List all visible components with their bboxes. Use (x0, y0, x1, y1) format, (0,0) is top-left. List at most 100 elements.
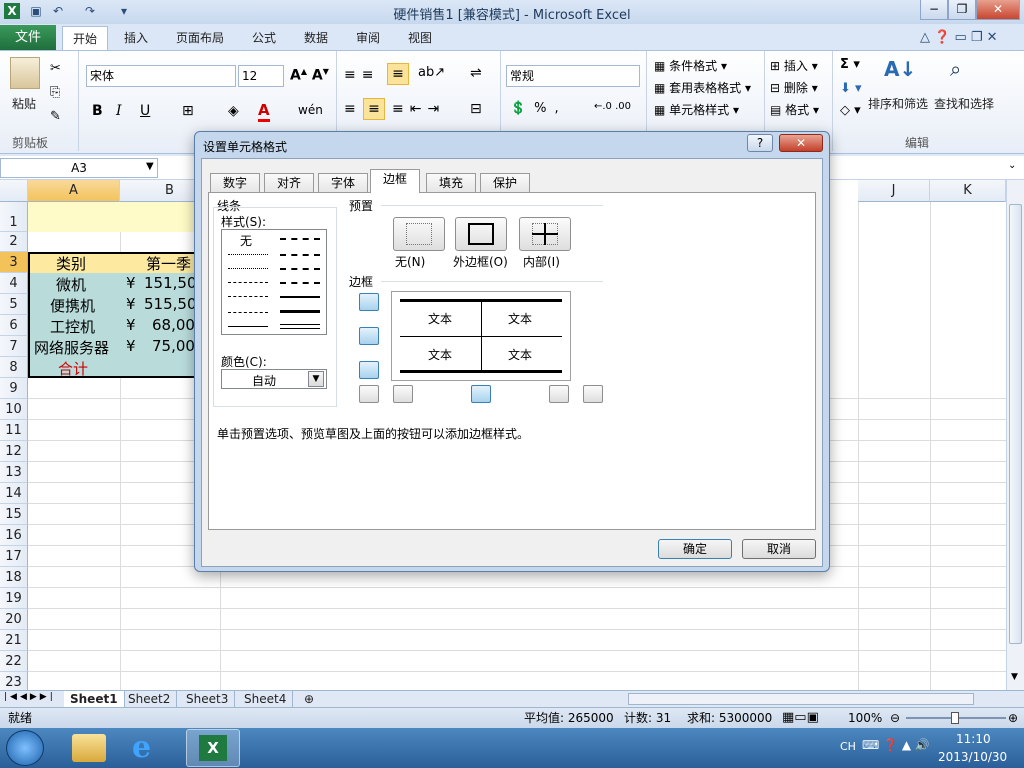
ok-button[interactable]: 确定 (658, 539, 732, 559)
line-style-item[interactable] (280, 268, 320, 270)
line-style-item[interactable] (228, 268, 268, 269)
tab-number[interactable]: 数字 (210, 173, 261, 193)
row-header[interactable]: 5 (0, 294, 28, 315)
clock-date[interactable]: 2013/10/30 (938, 750, 1007, 764)
sheet-nav-icons[interactable]: |◀◀▶▶| (4, 692, 56, 702)
line-style-list[interactable]: 无 (221, 229, 327, 335)
line-style-item[interactable] (228, 282, 268, 283)
name-box[interactable]: A3 (0, 158, 158, 178)
number-format-icons[interactable]: 💲%, (510, 101, 567, 116)
paste-icon[interactable] (10, 57, 40, 89)
tab-view[interactable]: 视图 (398, 26, 442, 50)
decimal-icons[interactable]: ←.0 .00 (594, 101, 631, 112)
row-header[interactable]: 8 (0, 357, 28, 378)
help-icon[interactable]: △ ❓ ▭ ❐ ✕ (920, 30, 998, 45)
row-header[interactable]: 12 (0, 441, 28, 462)
align-center-icon[interactable]: ≡ (363, 98, 385, 120)
row-header[interactable]: 18 (0, 567, 28, 588)
excel-task-button[interactable]: X (186, 729, 240, 767)
conditional-format-button[interactable]: ▦ 条件格式 ▾ (654, 57, 727, 74)
ie-icon[interactable]: e (132, 730, 151, 765)
cell-category[interactable]: 便携机 (50, 295, 95, 316)
cell-currency[interactable]: ¥ (126, 295, 136, 313)
tab-fill[interactable]: 填充 (426, 173, 477, 193)
color-dropdown-icon[interactable]: ▼ (308, 371, 324, 387)
border-top-button[interactable] (359, 293, 379, 311)
view-mode-icons[interactable]: ▦▭▣ (782, 708, 819, 728)
autosum-icon[interactable]: Σ ▾ (840, 57, 860, 72)
grow-font-icon[interactable]: A▲ A▼ (290, 67, 329, 84)
wrap-text-icon[interactable]: ⇌ (470, 65, 482, 81)
dialog-help-button[interactable]: ? (747, 134, 773, 152)
underline-button[interactable]: U (140, 103, 150, 119)
preset-inside-button[interactable] (519, 217, 571, 251)
sheet-tab[interactable]: Sheet4 (238, 691, 294, 707)
format-cells-dialog[interactable]: 设置单元格格式 ? ✕ 数字 对齐 字体 边框 填充 保护 线条 样式(S): … (194, 131, 830, 572)
line-style-item[interactable] (280, 254, 320, 256)
merge-center-icon[interactable]: ⊟ (470, 101, 482, 117)
zoom-level[interactable]: 100% (848, 708, 882, 728)
row-header[interactable]: 14 (0, 483, 28, 504)
cell-styles-button[interactable]: ▦ 单元格样式 ▾ (654, 101, 739, 118)
format-cells-button[interactable]: ▤ 格式 ▾ (770, 101, 819, 118)
minimize-button[interactable]: − (920, 0, 948, 20)
scroll-down-icon[interactable]: ▼ (1011, 672, 1018, 682)
close-button[interactable]: ✕ (976, 0, 1020, 20)
tab-alignment[interactable]: 对齐 (264, 173, 315, 193)
number-format-box[interactable]: 常规 (506, 65, 640, 87)
line-style-item[interactable] (228, 312, 268, 313)
paste-button[interactable]: 粘贴 (12, 95, 36, 112)
row-header[interactable]: 10 (0, 399, 28, 420)
vertical-scrollbar[interactable]: ▼ (1006, 180, 1024, 690)
border-center-button[interactable] (471, 385, 491, 403)
row-header[interactable]: 16 (0, 525, 28, 546)
cut-icon[interactable]: ✂ (50, 61, 61, 76)
cell-total[interactable]: 合计 (58, 358, 88, 379)
font-name-box[interactable]: 宋体 (86, 65, 236, 87)
row-header[interactable]: 2 (0, 232, 28, 252)
line-style-item[interactable] (280, 324, 320, 329)
sort-filter-button[interactable]: 排序和筛选 (868, 95, 928, 112)
row-header[interactable]: 3 (0, 252, 28, 273)
formula-expand-icon[interactable]: ⌄ (1008, 160, 1016, 171)
border-middle-button[interactable] (359, 327, 379, 345)
align-bottom-icon[interactable]: ≡ (387, 63, 409, 85)
row-header[interactable]: 7 (0, 336, 28, 357)
row-header[interactable]: 15 (0, 504, 28, 525)
row-header[interactable]: 9 (0, 378, 28, 399)
row-header[interactable]: 20 (0, 609, 28, 630)
align-right-icons[interactable]: ≡⇤⇥ (392, 101, 445, 117)
vertical-align-icons[interactable]: ≡≡ (344, 67, 379, 83)
row-header[interactable]: 4 (0, 273, 28, 294)
zoom-in-icon[interactable]: ⊕ (1008, 708, 1018, 728)
fill-color-icon[interactable]: ◈ (228, 103, 239, 119)
font-size-box[interactable]: 12 (238, 65, 284, 87)
cell-currency[interactable]: ¥ (126, 316, 136, 334)
delete-cells-button[interactable]: ⊟ 删除 ▾ (770, 79, 818, 96)
tab-review[interactable]: 审阅 (346, 26, 390, 50)
border-diagonal-down-button[interactable] (583, 385, 603, 403)
line-style-none[interactable]: 无 (240, 232, 252, 249)
color-dropdown[interactable]: 自动 ▼ (221, 369, 327, 389)
borders-icon[interactable]: ⊞ (182, 103, 194, 119)
cell-category[interactable]: 网络服务器 (34, 337, 109, 358)
clock-time[interactable]: 11:10 (956, 732, 991, 746)
select-all-corner[interactable] (0, 180, 28, 202)
tray-icons[interactable]: ⌨ ❓ ▲ 🔊 (862, 738, 930, 752)
fill-icon[interactable]: ⬇ ▾ (840, 81, 862, 96)
table-format-button[interactable]: ▦ 套用表格格式 ▾ (654, 79, 751, 96)
line-style-item[interactable] (280, 310, 320, 313)
line-style-item[interactable] (228, 296, 268, 297)
tab-file[interactable]: 文件 (0, 25, 56, 50)
row-header[interactable]: 23 (0, 672, 28, 690)
orientation-icon[interactable]: ab↗ (418, 65, 445, 80)
tab-font[interactable]: 字体 (318, 173, 369, 193)
column-header[interactable]: A (28, 180, 120, 202)
cell-category[interactable]: 微机 (56, 274, 86, 295)
tab-data[interactable]: 数据 (294, 26, 338, 50)
line-style-item[interactable] (228, 254, 268, 255)
row-header[interactable]: 6 (0, 315, 28, 336)
restore-button[interactable]: ❐ (948, 0, 976, 20)
row-header[interactable]: 13 (0, 462, 28, 483)
border-left-button[interactable] (393, 385, 413, 403)
